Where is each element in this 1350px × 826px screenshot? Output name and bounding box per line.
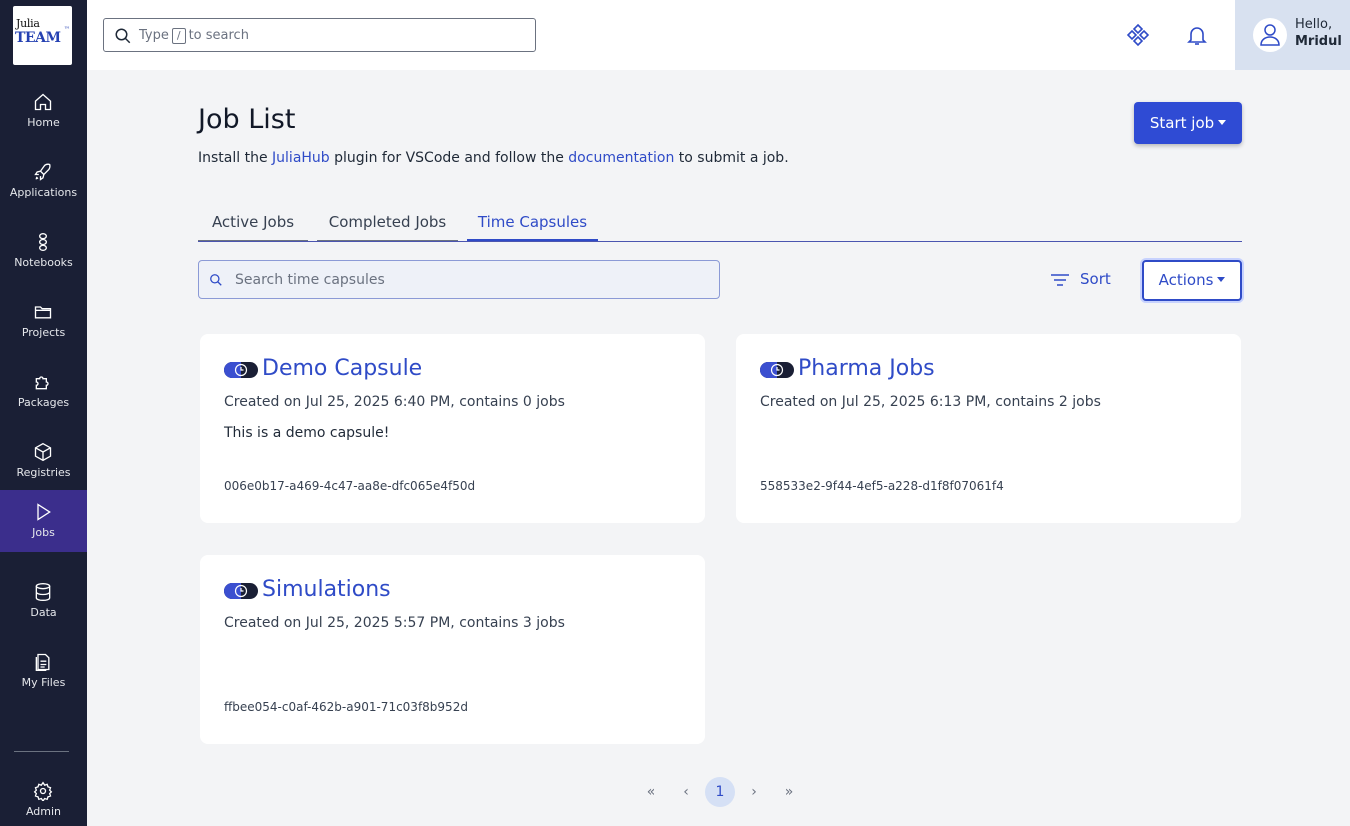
sidebar-item-label: Applications: [9, 186, 78, 199]
pagination-page-1[interactable]: 1: [705, 777, 735, 807]
capsule-card[interactable]: Simulations Created on Jul 25, 2025 5:57…: [200, 555, 705, 744]
search-hint-before: Type: [139, 28, 169, 43]
logo-line1: Julia: [16, 17, 40, 30]
sidebar-item-label: Packages: [17, 396, 70, 409]
tab-time-capsules[interactable]: Time Capsules: [467, 213, 598, 242]
capsule-title-link[interactable]: Simulations: [262, 577, 391, 602]
sidebar-item-label: My Files: [21, 676, 66, 689]
actions-button[interactable]: Actions: [1142, 260, 1242, 301]
notebook-icon: [39, 233, 47, 251]
user-name: Mridul: [1295, 34, 1342, 49]
top-bar: Type / to search Hello, Mridul: [87, 0, 1350, 70]
sidebar-item-label: Data: [30, 606, 57, 619]
search-shortcut-key: /: [171, 28, 186, 44]
capsule-id: ffbee054-c0af-462b-a901-71c03f8b952d: [224, 700, 468, 714]
search-icon: [210, 274, 222, 286]
sidebar-item-notebooks[interactable]: Notebooks: [0, 220, 87, 282]
logo-mark: ™: [64, 26, 70, 33]
capsule-title-link[interactable]: Pharma Jobs: [798, 356, 935, 381]
sidebar-item-admin[interactable]: Admin: [0, 769, 87, 826]
home-icon: [34, 93, 52, 111]
documentation-link[interactable]: documentation: [568, 150, 674, 166]
rocket-icon: [34, 163, 51, 181]
tab-completed-jobs[interactable]: Completed Jobs: [317, 213, 458, 242]
sidebar-item-home[interactable]: Home: [0, 80, 87, 142]
sidebar-item-packages[interactable]: Packages: [0, 360, 87, 422]
tab-active-jobs[interactable]: Active Jobs: [198, 213, 308, 242]
intro-prefix: Install the: [198, 150, 273, 166]
search-hint-after: to search: [188, 28, 249, 43]
database-icon: [35, 583, 51, 602]
capsule-created-text: Created on Jul 25, 2025 6:13 PM, contain…: [760, 394, 1101, 410]
avatar: [1253, 18, 1287, 52]
caret-down-icon: [1217, 277, 1226, 282]
capsule-id: 558533e2-9f44-4ef5-a228-d1f8f07061f4: [760, 479, 1004, 493]
sidebar: Julia TEAM ™ Home Applications Notebooks…: [0, 0, 87, 826]
tabs-divider: [198, 241, 1242, 242]
julia-team-logo[interactable]: Julia TEAM ™: [13, 6, 72, 65]
start-job-button[interactable]: Start job: [1134, 102, 1242, 144]
sidebar-item-data[interactable]: Data: [0, 570, 87, 632]
sidebar-item-label: Home: [27, 116, 60, 129]
capsule-title-link[interactable]: Demo Capsule: [262, 356, 422, 381]
capsule-id: 006e0b17-a469-4c47-aa8e-dfc065e4f50d: [224, 479, 476, 493]
sidebar-item-applications[interactable]: Applications: [0, 150, 87, 212]
time-capsule-icon: [224, 583, 258, 599]
pagination-first-button[interactable]: «: [640, 777, 662, 807]
sidebar-item-label: Notebooks: [14, 256, 73, 269]
actions-label: Actions: [1158, 271, 1214, 289]
play-icon: [37, 503, 51, 521]
filter-lines-icon: [1051, 274, 1069, 286]
sidebar-item-projects[interactable]: Projects: [0, 290, 87, 352]
gear-icon: [33, 781, 53, 801]
sort-label: Sort: [1080, 270, 1111, 288]
capsule-card[interactable]: Demo Capsule Created on Jul 25, 2025 6:4…: [200, 334, 705, 523]
intro-middle: plugin for VSCode and follow the: [329, 150, 569, 166]
global-search-placeholder: Type / to search: [139, 28, 249, 44]
time-capsule-icon: [760, 362, 794, 378]
search-icon: [115, 28, 131, 44]
box-icon: [34, 442, 52, 462]
caret-down-icon: [1218, 120, 1227, 125]
juliahub-link[interactable]: JuliaHub: [272, 150, 330, 166]
apps-diamond-icon[interactable]: [1126, 23, 1150, 47]
sidebar-item-label: Jobs: [32, 526, 55, 539]
sidebar-divider: [14, 751, 69, 752]
sidebar-item-registries[interactable]: Registries: [0, 430, 87, 492]
intro-suffix: to submit a job.: [674, 150, 789, 166]
folder-icon: [34, 306, 52, 319]
user-greeting: Hello,: [1295, 17, 1333, 32]
sidebar-item-label: Registries: [16, 466, 71, 479]
puzzle-icon: [35, 376, 49, 390]
sidebar-item-label: Projects: [21, 326, 66, 339]
capsule-created-text: Created on Jul 25, 2025 6:40 PM, contain…: [224, 394, 565, 410]
pagination-last-button[interactable]: »: [778, 777, 800, 807]
logo-line2: TEAM: [15, 30, 61, 46]
pagination-next-button[interactable]: ›: [743, 777, 765, 807]
bell-icon[interactable]: [1185, 23, 1209, 47]
capsule-search-field[interactable]: [198, 260, 720, 299]
files-icon: [35, 653, 50, 671]
capsule-created-text: Created on Jul 25, 2025 5:57 PM, contain…: [224, 615, 565, 631]
user-menu[interactable]: Hello, Mridul: [1235, 0, 1350, 70]
pagination-prev-button[interactable]: ‹: [675, 777, 697, 807]
capsule-description: This is a demo capsule!: [224, 425, 390, 441]
time-capsule-icon: [224, 362, 258, 378]
sidebar-item-label: Admin: [25, 805, 62, 818]
capsule-card[interactable]: Pharma Jobs Created on Jul 25, 2025 6:13…: [736, 334, 1241, 523]
capsule-search-input[interactable]: [235, 261, 705, 298]
sidebar-item-my-files[interactable]: My Files: [0, 640, 87, 702]
page-title: Job List: [198, 104, 296, 135]
sidebar-item-jobs[interactable]: Jobs: [0, 490, 87, 552]
global-search-input[interactable]: Type / to search: [103, 18, 536, 52]
user-icon: [1260, 24, 1280, 46]
start-job-label: Start job: [1149, 114, 1215, 132]
intro-text: Install the JuliaHub plugin for VSCode a…: [198, 150, 789, 166]
